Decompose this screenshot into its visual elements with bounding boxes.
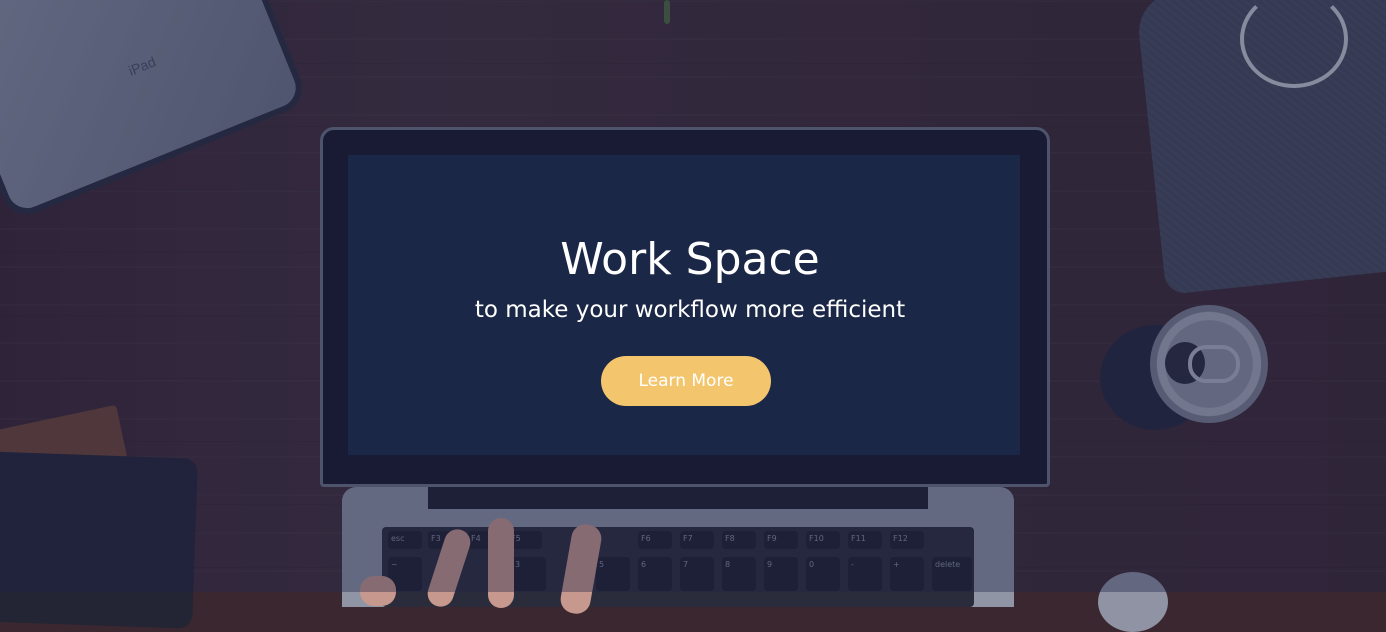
overlay-tint: [0, 0, 1386, 592]
learn-more-button[interactable]: Learn More: [601, 356, 771, 406]
hero-subtitle: to make your workflow more efficient: [474, 297, 906, 323]
hero-title: Work Space: [560, 234, 820, 285]
